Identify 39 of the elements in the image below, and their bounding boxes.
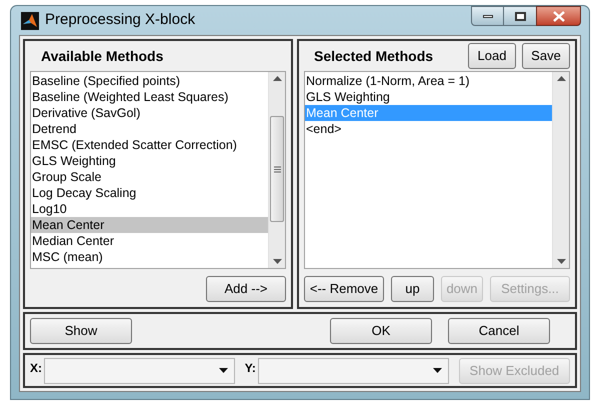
scrollbar-drawing[interactable] (552, 72, 569, 268)
dropdown-arrow-icon (432, 368, 442, 373)
button[interactable]: Cancel (448, 318, 550, 344)
close-button[interactable] (536, 6, 581, 26)
scrollbar-drawing[interactable] (268, 72, 285, 268)
list-item[interactable]: GLS Weighting (31, 153, 268, 169)
list-item[interactable]: Group Scale (31, 169, 268, 185)
button[interactable]: up (391, 276, 434, 302)
panel-title: Selected Methods (314, 46, 434, 66)
button[interactable]: Load (468, 43, 516, 69)
list-item[interactable]: Derivative (SavGol) (31, 105, 268, 121)
button[interactable]: OK (330, 318, 432, 344)
field-label: Y: (244, 360, 256, 377)
button[interactable]: <-- Remove (304, 276, 384, 302)
list-item[interactable]: GLS Weighting (305, 89, 552, 105)
close-icon (552, 10, 564, 22)
list-item[interactable]: Median Center (31, 233, 268, 249)
button[interactable]: Show (30, 318, 132, 344)
dropdown-arrow-icon (218, 368, 228, 373)
maximize-button[interactable] (504, 6, 536, 26)
list-item[interactable]: Log10 (31, 201, 268, 217)
list-item[interactable]: Mean Center (31, 217, 268, 233)
list-item[interactable]: Baseline (Weighted Least Squares) (31, 89, 268, 105)
list-item[interactable]: MSC (mean) (31, 249, 268, 265)
select-field[interactable] (44, 358, 235, 384)
list-item[interactable]: Normalize (1-Norm, Area = 1) (305, 73, 552, 89)
panel-title: Available Methods (41, 46, 164, 66)
minimize-button[interactable] (471, 6, 504, 26)
field-label: X: (30, 360, 42, 377)
list-item[interactable]: <end> (305, 121, 552, 137)
button[interactable]: Save (522, 43, 570, 69)
app-logo-icon (21, 12, 39, 30)
list-item[interactable]: Log Decay Scaling (31, 185, 268, 201)
list-item[interactable]: Detrend (31, 121, 268, 137)
list-item[interactable]: EMSC (Extended Scatter Correction) (31, 137, 268, 153)
select-field[interactable] (258, 358, 449, 384)
button[interactable]: Add --> (206, 276, 286, 302)
window-title: Preprocessing X-block (45, 10, 196, 30)
list-item[interactable]: Baseline (Specified points) (31, 73, 268, 89)
